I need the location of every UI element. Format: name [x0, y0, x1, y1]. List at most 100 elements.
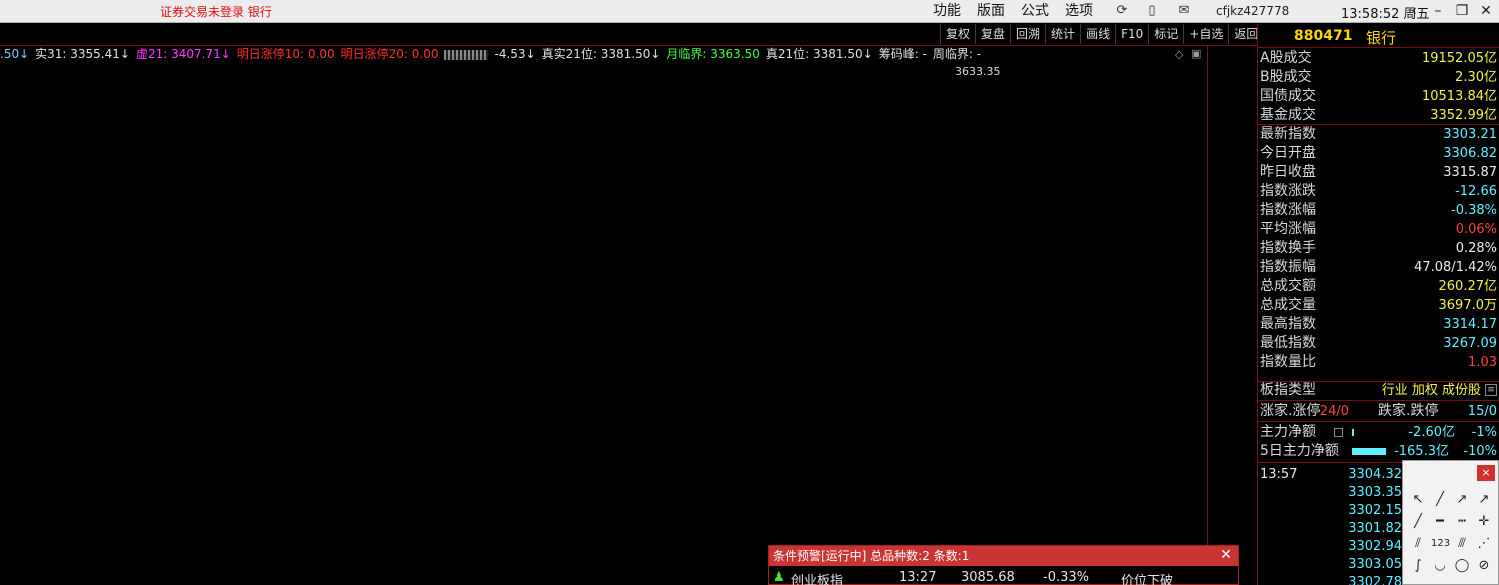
- btn-backtrack[interactable]: 回溯: [1010, 24, 1045, 44]
- indicator-value: .50↓: [0, 47, 30, 61]
- tick-row: 3303.05: [1258, 556, 1404, 574]
- main-flow-label: 主力净额: [1260, 424, 1316, 440]
- updown-row: 涨家.涨停 24/0 跌家.跌停 15/0: [1258, 402, 1499, 421]
- indicator-value: 筹码峰: -: [878, 47, 927, 61]
- stat-row: 指数振幅 47.08/1.42%: [1258, 258, 1499, 277]
- line-tool-icon[interactable]: ╱: [1431, 491, 1449, 509]
- chart-top-border: [0, 45, 1258, 46]
- stat-row: A股成交 19152.05亿: [1258, 49, 1499, 68]
- stat-value: 19152.05亿: [1421, 51, 1497, 66]
- btn-add-watchlist[interactable]: +自选: [1183, 24, 1228, 44]
- index-name: 银行: [1366, 29, 1397, 47]
- tick-row: 3302.94: [1258, 538, 1404, 556]
- stat-label: 指数振幅: [1260, 259, 1316, 275]
- fan-tool-icon[interactable]: ⋰: [1475, 535, 1493, 553]
- main-flow-row: 主力净额 -2.60亿 -1%: [1258, 423, 1499, 442]
- stat-label: 指数涨跌: [1260, 183, 1316, 199]
- stat-value: 260.27亿: [1438, 279, 1498, 294]
- menu-function[interactable]: 功能: [925, 2, 969, 20]
- stat-label: 指数量比: [1260, 354, 1316, 370]
- stat-label: A股成交: [1260, 50, 1312, 66]
- down-label: 跌家.跌停: [1378, 403, 1439, 419]
- list-icon[interactable]: ≡: [1485, 384, 1497, 396]
- stat-row: 基金成交 3352.99亿: [1258, 106, 1499, 125]
- cross-tool-icon[interactable]: ✛: [1475, 513, 1493, 531]
- curve-tool-icon[interactable]: ∫: [1409, 557, 1427, 575]
- main-flow5-pct: -10%: [1463, 444, 1497, 459]
- stat-row: 最低指数 3267.09: [1258, 334, 1499, 353]
- stat-row: 指数量比 1.03: [1258, 353, 1499, 372]
- stat-value: 1.03: [1468, 355, 1497, 370]
- stat-row: 指数换手 0.28%: [1258, 239, 1499, 258]
- channel-tool-icon[interactable]: ⫻: [1453, 535, 1471, 553]
- layout-icon[interactable]: ▣: [1191, 47, 1201, 60]
- diamond-icon[interactable]: ◇: [1175, 48, 1183, 61]
- cursor-icon[interactable]: ↖: [1409, 491, 1427, 509]
- tick-row: 3302.78: [1258, 574, 1404, 585]
- stat-value: 47.08/1.42%: [1414, 260, 1497, 275]
- tick-price: 3302.78: [1348, 575, 1402, 585]
- masked-indicator: [444, 49, 489, 60]
- stat-row: 指数涨幅 -0.38%: [1258, 201, 1499, 220]
- btn-statistics[interactable]: 统计: [1045, 24, 1080, 44]
- segment-tool-icon[interactable]: ╱: [1409, 513, 1427, 531]
- btn-f10[interactable]: F10: [1115, 24, 1148, 44]
- arrow-tool-icon[interactable]: ↗: [1475, 491, 1493, 509]
- flow5-bar: [1352, 448, 1386, 455]
- close-icon[interactable]: ✕: [1475, 1, 1497, 21]
- minimize-icon[interactable]: –: [1427, 1, 1449, 21]
- stat-value: 3315.87: [1443, 165, 1497, 180]
- delete-tool-icon[interactable]: ⊘: [1475, 557, 1493, 575]
- menu-options[interactable]: 选项: [1057, 2, 1101, 20]
- stat-value: 3267.09: [1443, 336, 1497, 351]
- phone-icon[interactable]: ▯: [1143, 2, 1161, 20]
- candlestick-chart[interactable]: [0, 62, 1207, 585]
- stat-value: 0.06%: [1455, 222, 1497, 237]
- indicator-value: 月临界: 3363.50: [666, 47, 760, 61]
- parallel-tool-icon[interactable]: ⫽: [1409, 535, 1427, 553]
- menu-layout[interactable]: 版面: [969, 2, 1013, 20]
- alert-price: 3085.68: [961, 570, 1015, 585]
- login-warning: 证券交易未登录 银行: [160, 5, 272, 19]
- indicator-value: -4.53↓: [494, 47, 536, 61]
- stat-row: 平均涨幅 0.06%: [1258, 220, 1499, 239]
- alert-time: 13:27: [899, 570, 937, 585]
- checkbox-icon[interactable]: [1334, 428, 1343, 437]
- mail-icon[interactable]: ✉: [1175, 2, 1193, 20]
- stat-value: 3314.17: [1443, 317, 1497, 332]
- restore-icon[interactable]: ❐: [1451, 1, 1473, 21]
- stat-value: -0.38%: [1451, 203, 1497, 218]
- close-icon[interactable]: ×: [1477, 465, 1495, 481]
- separator: [1258, 421, 1499, 422]
- tick-price: 3301.82: [1348, 521, 1402, 536]
- menu-formula[interactable]: 公式: [1013, 2, 1057, 20]
- arc-tool-icon[interactable]: ◡: [1431, 557, 1449, 575]
- wave-tool-icon[interactable]: 123: [1431, 535, 1450, 553]
- hline-tool-icon[interactable]: ━: [1431, 513, 1449, 531]
- flow-bar: [1352, 429, 1354, 436]
- btn-replay[interactable]: 复盘: [975, 24, 1010, 44]
- ray-tool-icon[interactable]: ↗: [1453, 491, 1471, 509]
- stat-row: 今日开盘 3306.82: [1258, 144, 1499, 163]
- stat-label: 指数涨幅: [1260, 202, 1316, 218]
- stat-row: 最高指数 3314.17: [1258, 315, 1499, 334]
- stat-row: 昨日收盘 3315.87: [1258, 163, 1499, 182]
- btn-draw-line[interactable]: 画线: [1080, 24, 1115, 44]
- stat-row: 指数涨跌 -12.66: [1258, 182, 1499, 201]
- index-type-row: 板指类型 行业 加权 成份股 ≡: [1258, 381, 1499, 400]
- tick-row: 3301.82: [1258, 520, 1404, 538]
- btn-mark[interactable]: 标记: [1148, 24, 1183, 44]
- main-flow5-row: 5日主力净额 -165.3亿 -10%: [1258, 442, 1499, 461]
- condition-alert-window: 条件预警[运行中] 总品种数:2 条数:1 ✕ ♟ 创业板指 13:27 308…: [768, 545, 1239, 585]
- drawing-tool-panel: × ↖ ╱ ↗ ↗ ╱ ━ ┅ ✛ ⫽ 123 ⫻ ⋰ ∫ ◡ ◯ ⊘: [1402, 460, 1499, 585]
- alert-row[interactable]: ♟ 创业板指 13:27 3085.68 -0.33% 价位下破: [769, 570, 1238, 585]
- hray-tool-icon[interactable]: ┅: [1453, 513, 1471, 531]
- close-icon[interactable]: ✕: [1218, 547, 1234, 564]
- main-flow-value: -2.60亿: [1408, 425, 1455, 440]
- back-icon[interactable]: ‹: [1403, 1, 1425, 21]
- btn-restore-rights[interactable]: 复权: [940, 24, 975, 44]
- tick-row: 3303.35: [1258, 484, 1404, 502]
- refresh-icon[interactable]: ⟳: [1113, 2, 1131, 20]
- circle-tool-icon[interactable]: ◯: [1453, 557, 1471, 575]
- alert-stock-name: 创业板指: [791, 574, 844, 585]
